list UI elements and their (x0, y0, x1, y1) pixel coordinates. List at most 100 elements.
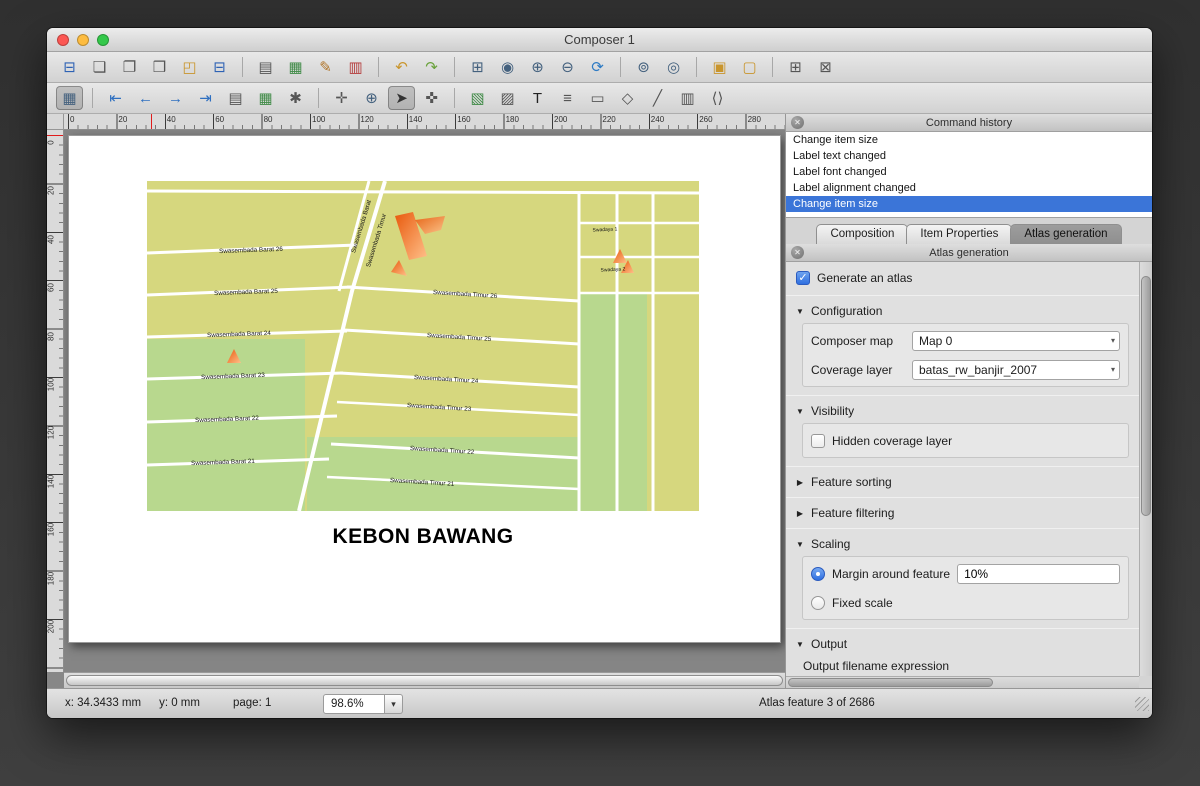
new-composer-icon[interactable]: ❏ (86, 55, 113, 79)
load-from-template-icon[interactable]: ◰ (176, 55, 203, 79)
zoom-to-selection-icon[interactable]: ⊚ (630, 55, 657, 79)
scrollbar-thumb[interactable] (788, 678, 993, 687)
ruler-number: 100 (47, 374, 56, 396)
minimize-window-button[interactable] (77, 34, 89, 46)
atlas-preview-icon[interactable]: ▦ (56, 86, 83, 110)
canvas-horizontal-scrollbar[interactable] (64, 672, 785, 688)
add-image-icon[interactable]: ▨ (494, 86, 521, 110)
command-history-header: ✕ Command history (786, 114, 1152, 132)
composition-canvas[interactable]: Swasembada Barat 26 Swasembada Barat 25 … (64, 130, 785, 672)
add-html-frame-icon[interactable]: ⟨⟩ (704, 86, 731, 110)
history-item[interactable]: Change item size (786, 132, 1152, 148)
atlas-last-feature-icon[interactable]: ⇥ (192, 86, 219, 110)
history-item-selected[interactable]: Change item size (786, 196, 1152, 212)
select-move-item-icon[interactable]: ➤ (388, 86, 415, 110)
refresh-view-icon[interactable]: ⟳ (584, 55, 611, 79)
scrollbar-thumb[interactable] (1141, 276, 1151, 516)
panel-vertical-scrollbar[interactable] (1139, 262, 1152, 676)
composition-paper[interactable]: Swasembada Barat 26 Swasembada Barat 25 … (68, 135, 781, 643)
hidden-coverage-layer-checkbox[interactable]: ✓ (811, 434, 825, 448)
window-title: Composer 1 (47, 32, 1152, 47)
separator (786, 497, 1139, 498)
export-as-pdf-icon[interactable]: ▥ (342, 55, 369, 79)
add-label-icon[interactable]: T (524, 86, 551, 110)
add-new-map-icon[interactable]: ▧ (464, 86, 491, 110)
export-as-image-icon[interactable]: ▦ (282, 55, 309, 79)
export-as-svg-icon[interactable]: ✎ (312, 55, 339, 79)
lock-selected-items-icon[interactable]: ▣ (706, 55, 733, 79)
save-project-icon[interactable]: ⊟ (206, 55, 233, 79)
composer-map-combo[interactable]: Map 0 ▾ (912, 331, 1120, 351)
zoom-window-button[interactable] (97, 34, 109, 46)
add-basic-shape-icon[interactable]: ◇ (614, 86, 641, 110)
scrollbar-thumb[interactable] (66, 675, 783, 686)
resize-grip[interactable] (1135, 697, 1149, 711)
generate-atlas-checkbox[interactable]: ✓ (796, 271, 810, 285)
separator (786, 395, 1139, 396)
zoom-full-icon[interactable]: ⊞ (464, 55, 491, 79)
redo-icon[interactable]: ↷ (418, 55, 445, 79)
undo-icon[interactable]: ↶ (388, 55, 415, 79)
history-item[interactable]: Label text changed (786, 148, 1152, 164)
duplicate-composer-icon[interactable]: ❐ (116, 55, 143, 79)
zoom-tool-icon[interactable]: ⊕ (358, 86, 385, 110)
output-section-header[interactable]: ▼ Output (786, 633, 1139, 655)
feature-filtering-section-header[interactable]: ▶ Feature filtering (786, 502, 1139, 524)
ruler-number: 200 (47, 616, 56, 638)
toolbar-separator (696, 57, 697, 77)
print-composition-icon[interactable]: ▤ (252, 55, 279, 79)
pan-composer-icon[interactable]: ✛ (328, 86, 355, 110)
collapse-arrow-icon: ▼ (795, 540, 805, 549)
map-item[interactable]: Swasembada Barat 26 Swasembada Barat 25 … (147, 181, 699, 511)
ungroup-items-icon[interactable]: ⊠ (812, 55, 839, 79)
unlock-all-items-icon[interactable]: ▢ (736, 55, 763, 79)
output-filename-label: Output filename expression (786, 656, 1139, 673)
fixed-scale-radio[interactable] (811, 596, 825, 610)
history-item[interactable]: Label alignment changed (786, 180, 1152, 196)
zoom-dropdown-arrow-icon[interactable]: ▾ (385, 694, 403, 714)
configuration-section-header[interactable]: ▼ Configuration (786, 300, 1139, 322)
atlas-next-feature-icon[interactable]: → (162, 86, 189, 110)
save-as-template-icon[interactable]: ⊟ (56, 55, 83, 79)
close-window-button[interactable] (57, 34, 69, 46)
export-atlas-as-image-icon[interactable]: ▦ (252, 86, 279, 110)
tab-composition[interactable]: Composition (816, 224, 908, 244)
margin-around-feature-label: Margin around feature (832, 567, 950, 581)
composer-manager-icon[interactable]: ❒ (146, 55, 173, 79)
group-items-icon[interactable]: ⊞ (782, 55, 809, 79)
coverage-layer-combo[interactable]: batas_rw_banjir_2007 ▾ (912, 360, 1120, 380)
zoom-level-combo[interactable]: 98.6% ▾ (323, 694, 403, 714)
zoom-last-icon[interactable]: ◎ (660, 55, 687, 79)
add-attribute-table-icon[interactable]: ▥ (674, 86, 701, 110)
vertical-ruler: 020406080100120140160180200 (47, 130, 64, 672)
cursor-coordinates: x: 34.3433 mm y: 0 mm (65, 697, 200, 709)
margin-value-input[interactable] (957, 564, 1120, 584)
add-scalebar-icon[interactable]: ▭ (584, 86, 611, 110)
ruler-number: 20 (47, 180, 56, 202)
atlas-settings-icon[interactable]: ✱ (282, 86, 309, 110)
close-panel-icon[interactable]: ✕ (791, 116, 804, 129)
margin-around-feature-radio[interactable] (811, 567, 825, 581)
atlas-previous-feature-icon[interactable]: ← (132, 86, 159, 110)
add-legend-icon[interactable]: ≡ (554, 86, 581, 110)
atlas-first-feature-icon[interactable]: ⇤ (102, 86, 129, 110)
scaling-section-header[interactable]: ▼ Scaling (786, 533, 1139, 555)
feature-sorting-section-header[interactable]: ▶ Feature sorting (786, 471, 1139, 493)
zoom-out-icon[interactable]: ⊖ (554, 55, 581, 79)
zoom-actual-size-icon[interactable]: ◉ (494, 55, 521, 79)
move-item-content-icon[interactable]: ✜ (418, 86, 445, 110)
print-atlas-icon[interactable]: ▤ (222, 86, 249, 110)
history-item[interactable]: Label font changed (786, 164, 1152, 180)
add-arrow-icon[interactable]: ╱ (644, 86, 671, 110)
dock-tabs: Composition Item Properties Atlas genera… (786, 219, 1152, 244)
zoom-in-icon[interactable]: ⊕ (524, 55, 551, 79)
panel-horizontal-scrollbar[interactable] (786, 676, 1139, 688)
tab-atlas-generation[interactable]: Atlas generation (1010, 224, 1121, 244)
ruler-number: 140 (409, 115, 422, 124)
visibility-section-header[interactable]: ▼ Visibility (786, 400, 1139, 422)
composition-title-label[interactable]: KEBON BAWANG (147, 525, 699, 549)
tab-item-properties[interactable]: Item Properties (906, 224, 1012, 244)
close-panel-icon[interactable]: ✕ (791, 246, 804, 259)
ruler-number: 60 (215, 115, 224, 124)
main-toolbar: ⊟❏❐❒◰⊟▤▦✎▥↶↷⊞◉⊕⊖⟳⊚◎▣▢⊞⊠ (47, 52, 1152, 83)
